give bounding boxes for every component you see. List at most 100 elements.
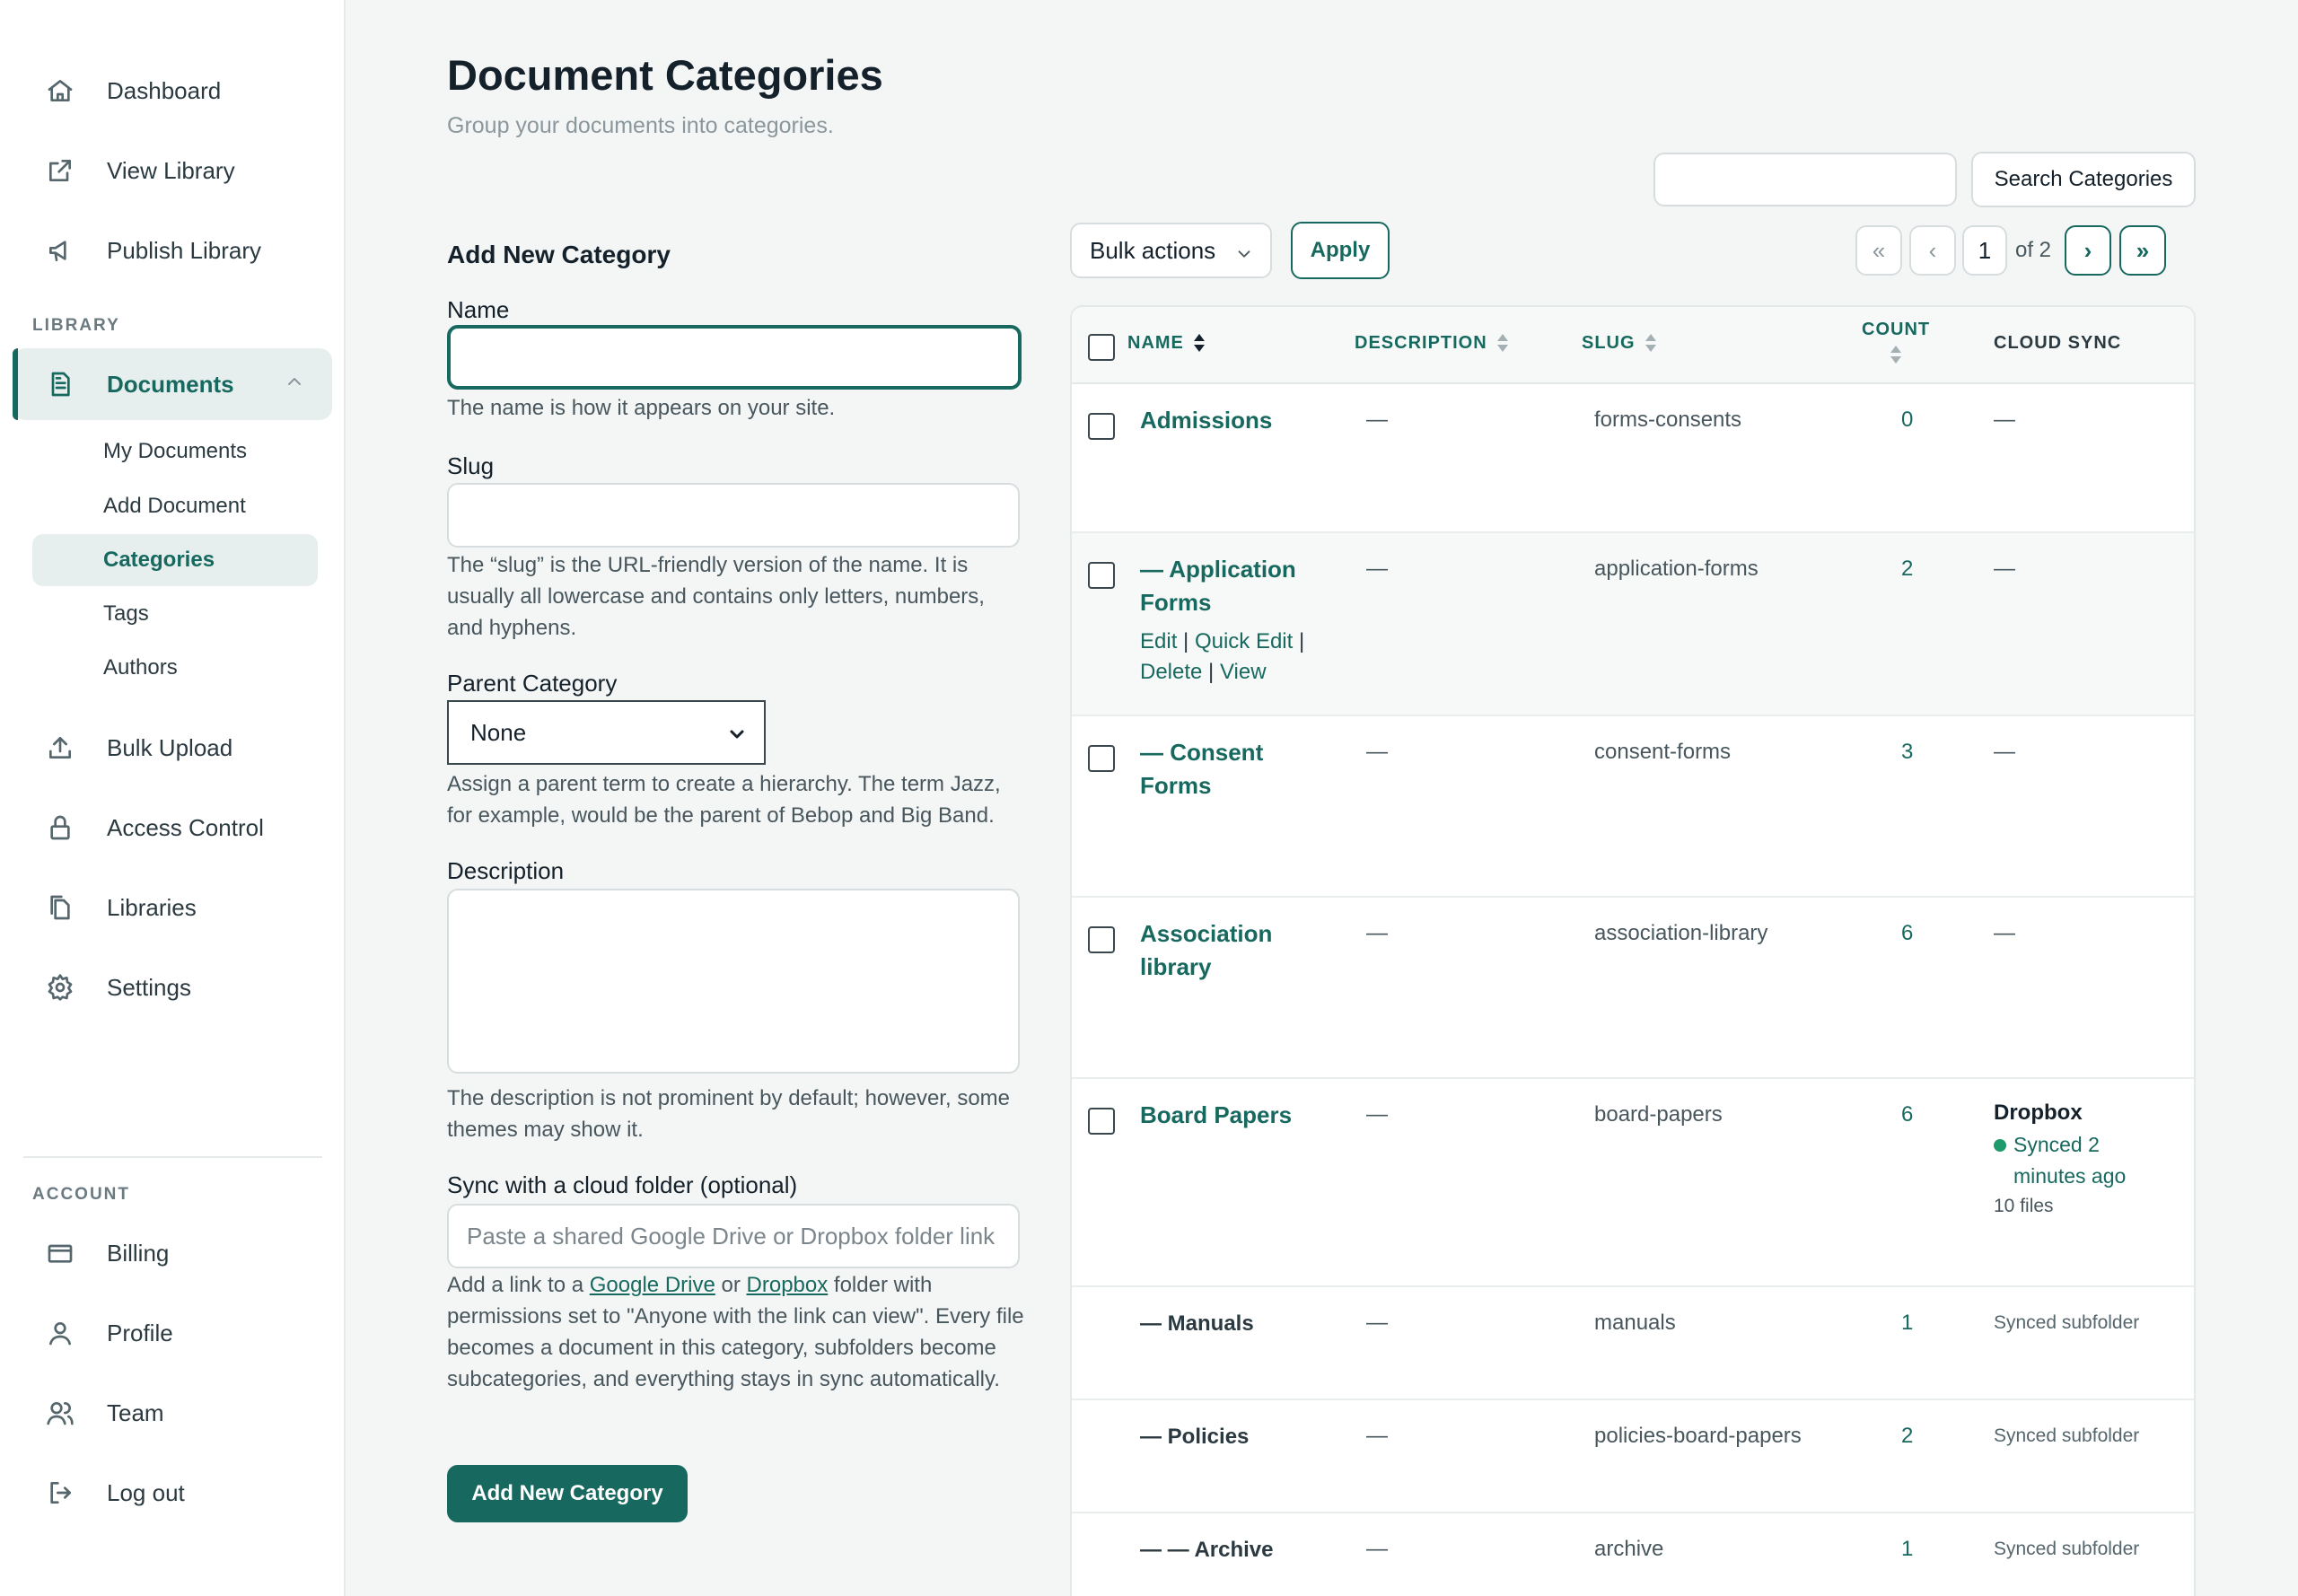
sidebar-item-log-out[interactable]: Log out	[13, 1457, 332, 1529]
sidebar-item-documents[interactable]: Documents	[13, 348, 332, 420]
page-count: of 2	[2015, 238, 2052, 262]
apply-button[interactable]: Apply	[1291, 222, 1390, 279]
row-checkbox[interactable]	[1088, 926, 1115, 953]
page-subtitle: Group your documents into categories.	[447, 113, 834, 138]
sidebar-item-team[interactable]: Team	[13, 1377, 332, 1449]
category-count-link[interactable]: 3	[1901, 740, 1913, 765]
sidebar-item-publish-library[interactable]: Publish Library	[13, 215, 332, 286]
parent-category-select[interactable]: None	[447, 700, 766, 765]
category-name-link[interactable]: Board Papers	[1140, 1099, 1292, 1132]
name-line: library	[1140, 953, 1212, 980]
sidebar-item-bulk-upload[interactable]: Bulk Upload	[13, 712, 332, 784]
sync-file-count: 10 files	[1994, 1196, 2054, 1216]
column-description[interactable]: DESCRIPTION	[1355, 332, 1509, 354]
table-row[interactable]: — — Archive — archive 1 Synced subfolder	[1072, 1513, 2194, 1596]
google-drive-link[interactable]: Google Drive	[590, 1273, 715, 1297]
previous-page-button[interactable]: ‹	[1909, 225, 1956, 276]
category-count-link[interactable]: 0	[1901, 408, 1913, 433]
view-link[interactable]: View	[1220, 660, 1267, 684]
edit-link[interactable]: Edit	[1140, 629, 1177, 653]
chevron-up-icon[interactable]	[284, 371, 305, 399]
external-link-icon	[45, 155, 75, 186]
cloud-sync-label: Sync with a cloud folder (optional)	[447, 1171, 798, 1198]
name-label: Name	[447, 296, 510, 323]
table-row[interactable]: — Manuals — manuals 1 Synced subfolder	[1072, 1287, 2194, 1400]
categories-table: NAME DESCRIPTION SLUG COUNT CLOUD SYNC A…	[1070, 305, 2196, 1596]
column-count[interactable]: COUNT	[1862, 320, 1930, 365]
sidebar-item-settings[interactable]: Settings	[13, 951, 332, 1023]
synced-status-dot-icon	[1994, 1139, 2006, 1152]
category-count-link[interactable]: 2	[1901, 1424, 1913, 1449]
table-row[interactable]: Board Papers — board-papers 6 Dropbox Sy…	[1072, 1079, 2194, 1287]
name-line: Association	[1140, 920, 1273, 947]
slug-label: Slug	[447, 452, 495, 479]
search-categories-button[interactable]: Search Categories	[1971, 152, 2196, 207]
category-name-link[interactable]: Association library	[1140, 917, 1272, 984]
category-count-link[interactable]: 1	[1901, 1311, 1913, 1336]
sidebar-subitem-authors[interactable]: Authors	[32, 642, 318, 694]
slug-input[interactable]	[447, 483, 1020, 548]
cloud-sync-status: —	[1994, 557, 2015, 581]
category-slug: board-papers	[1594, 1102, 1723, 1127]
table-row[interactable]: — Application Forms Edit | Quick Edit | D…	[1072, 533, 2194, 716]
parent-category-label: Parent Category	[447, 670, 618, 697]
dropbox-link[interactable]: Dropbox	[747, 1273, 829, 1297]
sidebar-item-profile[interactable]: Profile	[13, 1297, 332, 1369]
sidebar-item-dashboard[interactable]: Dashboard	[13, 55, 332, 127]
separator: |	[1208, 660, 1215, 684]
category-count-link[interactable]: 1	[1901, 1537, 1913, 1562]
sort-icon	[1645, 334, 1656, 352]
bulk-actions-select[interactable]: Bulk actions	[1070, 223, 1272, 278]
category-count-link[interactable]: 2	[1901, 557, 1913, 582]
quick-edit-link[interactable]: Quick Edit	[1195, 629, 1293, 653]
add-new-category-button[interactable]: Add New Category	[447, 1465, 688, 1522]
current-page-input[interactable]: 1	[1962, 225, 2007, 276]
category-count-link[interactable]: 6	[1901, 1102, 1913, 1127]
sidebar-subitem-tags[interactable]: Tags	[32, 588, 318, 640]
row-checkbox[interactable]	[1088, 1108, 1115, 1135]
last-page-button[interactable]: »	[2119, 225, 2166, 276]
table-row[interactable]: — Consent Forms — consent-forms 3 —	[1072, 716, 2194, 898]
sidebar-item-libraries[interactable]: Libraries	[13, 872, 332, 943]
sidebar-item-view-library[interactable]: View Library	[13, 135, 332, 206]
category-description: —	[1366, 408, 1388, 432]
bulk-actions-label: Bulk actions	[1090, 236, 1216, 264]
sidebar-item-access-control[interactable]: Access Control	[13, 792, 332, 864]
cloud-sync-status: Synced subfolder	[1994, 1539, 2140, 1559]
chevron-down-icon	[726, 723, 748, 751]
row-checkbox[interactable]	[1088, 413, 1115, 440]
sidebar-subitem-categories[interactable]: Categories	[32, 534, 318, 586]
name-input[interactable]	[447, 325, 1022, 390]
search-categories-input[interactable]	[1653, 153, 1957, 206]
next-page-button[interactable]: ›	[2065, 225, 2111, 276]
sidebar-item-label: Settings	[107, 973, 191, 1001]
description-textarea[interactable]	[447, 889, 1020, 1074]
separator: |	[1183, 629, 1189, 653]
page-title: Document Categories	[447, 51, 883, 99]
category-name-link[interactable]: — Application Forms	[1140, 553, 1296, 619]
category-name-link[interactable]: — Consent Forms	[1140, 736, 1263, 802]
row-checkbox[interactable]	[1088, 562, 1115, 589]
name-help: The name is how it appears on your site.	[447, 396, 836, 420]
category-slug: forms-consents	[1594, 408, 1742, 432]
category-name-link[interactable]: Admissions	[1140, 404, 1272, 437]
table-row[interactable]: Association library — association-library…	[1072, 898, 2194, 1079]
cloud-folder-link-input[interactable]	[447, 1204, 1020, 1268]
column-name[interactable]: NAME	[1127, 332, 1206, 354]
parent-category-value: None	[470, 718, 527, 746]
category-count-link[interactable]: 6	[1901, 921, 1913, 946]
table-row[interactable]: Admissions — forms-consents 0 —	[1072, 384, 2194, 533]
sidebar-subitem-add-document[interactable]: Add Document	[32, 480, 318, 532]
table-row[interactable]: — Policies — policies-board-papers 2 Syn…	[1072, 1400, 2194, 1513]
sidebar-item-label: Profile	[107, 1319, 173, 1346]
category-description: —	[1366, 1424, 1388, 1448]
column-slug-label: SLUG	[1582, 332, 1636, 353]
row-checkbox[interactable]	[1088, 745, 1115, 772]
sidebar-subitem-my-documents[interactable]: My Documents	[32, 425, 318, 478]
select-all-checkbox[interactable]	[1088, 334, 1115, 361]
first-page-button[interactable]: «	[1855, 225, 1902, 276]
sidebar-item-billing[interactable]: Billing	[13, 1217, 332, 1289]
column-slug[interactable]: SLUG	[1582, 332, 1657, 354]
delete-link[interactable]: Delete	[1140, 660, 1202, 684]
category-description: —	[1366, 1537, 1388, 1561]
